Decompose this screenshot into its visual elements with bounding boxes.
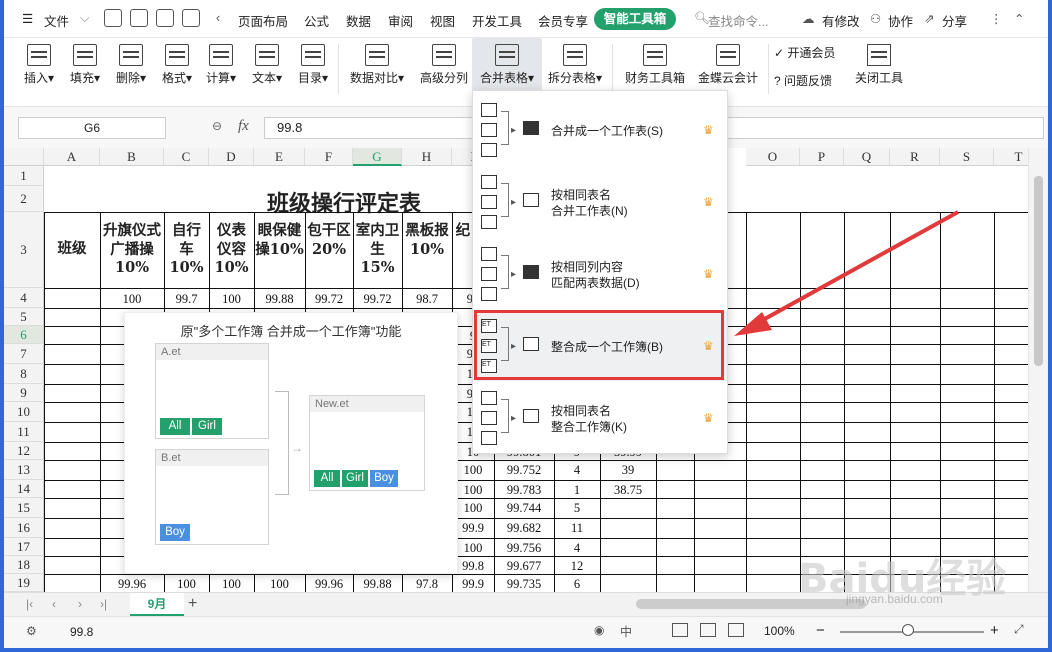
eye-icon[interactable]: ◉ — [594, 623, 604, 637]
status-value: 99.8 — [70, 625, 94, 639]
vertical-scrollbar[interactable] — [1028, 148, 1048, 592]
arrow-head — [734, 312, 772, 336]
zoom-slider-thumb[interactable] — [902, 624, 914, 636]
zoom-out-icon[interactable]: − — [816, 622, 825, 639]
status-bar: ⚙ 99.8 ◉ 中 100% − + ⤢ — [4, 616, 1048, 648]
last-sheet-icon[interactable]: ›| — [100, 597, 107, 611]
page-view-icon[interactable] — [700, 623, 716, 637]
prev-sheet-icon[interactable]: ‹ — [52, 597, 56, 611]
add-sheet-icon[interactable]: + — [188, 595, 197, 613]
next-sheet-icon[interactable]: › — [78, 597, 82, 611]
zoom-in-icon[interactable]: + — [990, 622, 999, 639]
normal-view-icon[interactable] — [672, 623, 688, 637]
zoom-level[interactable]: 100% — [764, 624, 795, 638]
input-method-icon[interactable]: 中 — [620, 623, 632, 640]
fullscreen-icon[interactable]: ⤢ — [1014, 622, 1024, 637]
macro-icon[interactable]: ⚙ — [26, 624, 37, 638]
arrow-shaft — [751, 210, 959, 328]
scroll-thumb[interactable] — [1034, 176, 1043, 366]
sheet-tab-9[interactable]: 9月 — [130, 593, 184, 616]
pagebreak-view-icon[interactable] — [728, 623, 744, 637]
watermark-url: jingyan.baidu.com — [846, 592, 943, 606]
first-sheet-icon[interactable]: |‹ — [26, 597, 33, 611]
